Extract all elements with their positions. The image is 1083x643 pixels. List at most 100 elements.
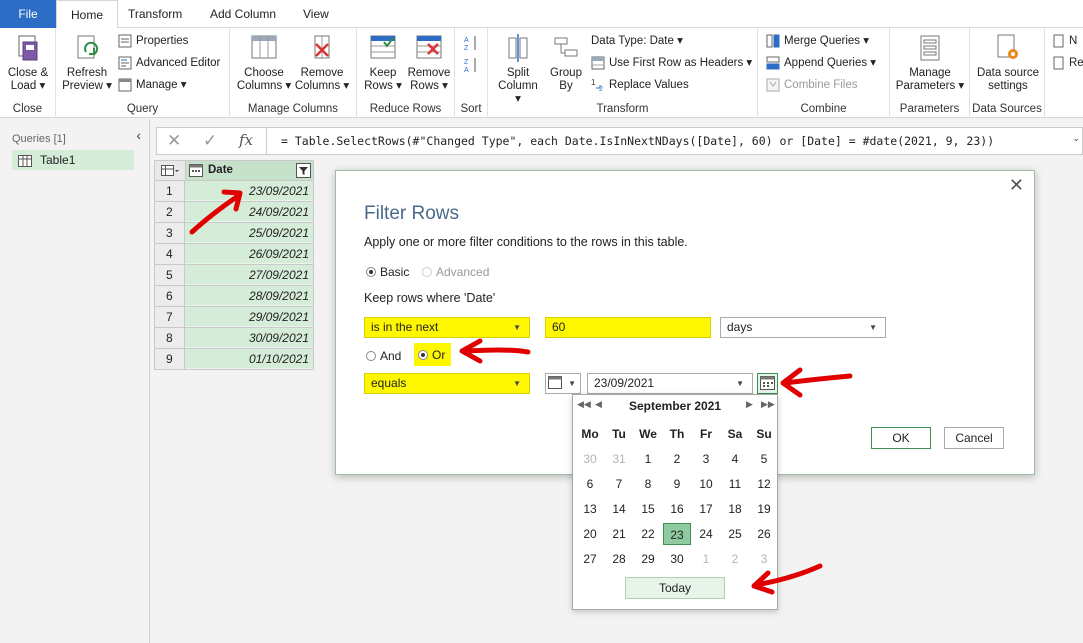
date-cell[interactable]: 28/09/2021 — [185, 286, 313, 306]
table-row[interactable]: 2 24/09/2021 — [154, 202, 314, 223]
append-queries-button[interactable]: Append Queries ▾ — [766, 54, 876, 72]
table-row[interactable]: 9 01/10/2021 — [154, 349, 314, 370]
table-row[interactable]: 4 26/09/2021 — [154, 244, 314, 265]
table-row[interactable]: 8 30/09/2021 — [154, 328, 314, 349]
function-icon[interactable]: fx — [239, 131, 253, 149]
new-source-button[interactable]: N — [1053, 32, 1077, 50]
advanced-radio[interactable]: Advanced — [422, 265, 489, 279]
table-row[interactable]: 3 25/09/2021 — [154, 223, 314, 244]
calendar-day[interactable]: 22 — [634, 523, 662, 545]
calendar-day[interactable]: 2 — [721, 548, 749, 570]
tab-transform[interactable]: Transform — [114, 0, 196, 28]
table-row[interactable]: 6 28/09/2021 — [154, 286, 314, 307]
calendar-day[interactable]: 3 — [750, 548, 778, 570]
expand-formula-icon[interactable]: ⌄ — [1072, 133, 1080, 144]
refresh-preview-button[interactable]: Refresh Preview ▾ — [62, 32, 112, 93]
condition2-date-input[interactable]: 23/09/2021 ▼ — [587, 373, 753, 394]
calendar-day[interactable]: 1 — [692, 548, 720, 570]
calendar-day[interactable]: 2 — [663, 448, 691, 470]
split-column-button[interactable]: Split Column ▾ — [494, 32, 542, 106]
calendar-day[interactable]: 28 — [605, 548, 633, 570]
group-by-button[interactable]: Group By — [544, 32, 588, 93]
calendar-day[interactable]: 20 — [576, 523, 604, 545]
cancel-formula-icon[interactable]: ✕ — [167, 131, 181, 151]
query-item-table1[interactable]: Table1 — [12, 150, 134, 170]
calendar-day[interactable]: 14 — [605, 498, 633, 520]
tab-view[interactable]: View — [289, 0, 343, 28]
calendar-day[interactable]: 11 — [721, 473, 749, 495]
calendar-day[interactable]: 4 — [721, 448, 749, 470]
manage-button[interactable]: Manage ▾ — [118, 76, 187, 94]
calendar-day[interactable]: 16 — [663, 498, 691, 520]
calendar-day[interactable]: 19 — [750, 498, 778, 520]
date-cell[interactable]: 27/09/2021 — [185, 265, 313, 285]
calendar-day[interactable]: 24 — [692, 523, 720, 545]
manage-parameters-button[interactable]: Manage Parameters ▾ — [894, 32, 966, 93]
remove-columns-button[interactable]: Remove Columns ▾ — [294, 32, 350, 93]
calendar-day[interactable]: 31 — [605, 448, 633, 470]
date-cell[interactable]: 24/09/2021 — [185, 202, 313, 222]
date-cell[interactable]: 25/09/2021 — [185, 223, 313, 243]
sort-descending-icon[interactable]: ZA — [463, 56, 479, 74]
condition2-operator-select[interactable]: equals ▼ — [364, 373, 530, 394]
calendar-day[interactable]: 6 — [576, 473, 604, 495]
sort-ascending-icon[interactable]: AZ — [463, 34, 479, 52]
replace-values-button[interactable]: 1 2 Replace Values — [591, 76, 689, 94]
calendar-day[interactable]: 8 — [634, 473, 662, 495]
properties-button[interactable]: Properties — [118, 32, 188, 50]
calendar-day[interactable]: 23 — [663, 523, 691, 545]
calendar-day[interactable]: 21 — [605, 523, 633, 545]
calendar-day[interactable]: 30 — [576, 448, 604, 470]
table-row[interactable]: 7 29/09/2021 — [154, 307, 314, 328]
condition1-operator-select[interactable]: is in the next ▼ — [364, 317, 530, 338]
date-cell[interactable]: 29/09/2021 — [185, 307, 313, 327]
calendar-day[interactable]: 30 — [663, 548, 691, 570]
date-cell[interactable]: 30/09/2021 — [185, 328, 313, 348]
tab-add-column[interactable]: Add Column — [196, 0, 290, 28]
condition2-type-select[interactable]: ▼ — [545, 373, 581, 394]
next-year-icon[interactable]: ▶▶ — [761, 399, 775, 410]
calendar-day[interactable]: 3 — [692, 448, 720, 470]
close-icon[interactable]: ✕ — [1009, 175, 1024, 196]
calendar-day[interactable]: 17 — [692, 498, 720, 520]
calendar-day[interactable]: 13 — [576, 498, 604, 520]
data-type-dropdown[interactable]: Data Type: Date ▾ — [591, 32, 683, 50]
condition1-unit-select[interactable]: days ▼ — [720, 317, 886, 338]
table-row[interactable]: 5 27/09/2021 — [154, 265, 314, 286]
calendar-day[interactable]: 5 — [750, 448, 778, 470]
cancel-button[interactable]: Cancel — [944, 427, 1004, 449]
ok-button[interactable]: OK — [871, 427, 931, 449]
calendar-day[interactable]: 9 — [663, 473, 691, 495]
or-radio[interactable]: Or — [414, 343, 452, 366]
close-load-button[interactable]: Close & Load ▾ — [4, 32, 52, 93]
combine-files-button[interactable]: Combine Files — [766, 76, 858, 94]
table-menu-icon[interactable] — [161, 165, 179, 177]
collapse-pane-icon[interactable]: ‹ — [136, 127, 141, 143]
calendar-day[interactable]: 25 — [721, 523, 749, 545]
remove-rows-button[interactable]: Remove Rows ▾ — [405, 32, 453, 93]
filter-icon[interactable] — [296, 163, 311, 178]
calendar-day[interactable]: 12 — [750, 473, 778, 495]
data-source-settings-button[interactable]: Data source settings — [972, 32, 1044, 93]
calendar-day[interactable]: 18 — [721, 498, 749, 520]
condition1-value-input[interactable]: 60 — [545, 317, 711, 338]
column-header-date[interactable]: Date — [185, 161, 313, 180]
use-first-row-button[interactable]: Use First Row as Headers ▾ — [591, 54, 752, 72]
basic-radio[interactable]: Basic — [366, 265, 409, 279]
date-picker-button[interactable] — [757, 373, 778, 394]
choose-columns-button[interactable]: Choose Columns ▾ — [236, 32, 292, 93]
today-button[interactable]: Today — [625, 577, 725, 599]
advanced-editor-button[interactable]: Advanced Editor — [118, 54, 220, 72]
calendar-day[interactable]: 26 — [750, 523, 778, 545]
date-cell[interactable]: 26/09/2021 — [185, 244, 313, 264]
calendar-day[interactable]: 7 — [605, 473, 633, 495]
calendar-day[interactable]: 15 — [634, 498, 662, 520]
tab-home[interactable]: Home — [56, 0, 119, 29]
calendar-day[interactable]: 27 — [576, 548, 604, 570]
tab-file[interactable]: File — [0, 0, 56, 28]
commit-formula-icon[interactable]: ✓ — [203, 131, 217, 151]
date-cell[interactable]: 01/10/2021 — [185, 349, 313, 369]
and-radio[interactable]: And — [366, 349, 401, 363]
date-cell[interactable]: 23/09/2021 — [185, 181, 313, 201]
next-month-icon[interactable]: ▶ — [746, 399, 753, 410]
